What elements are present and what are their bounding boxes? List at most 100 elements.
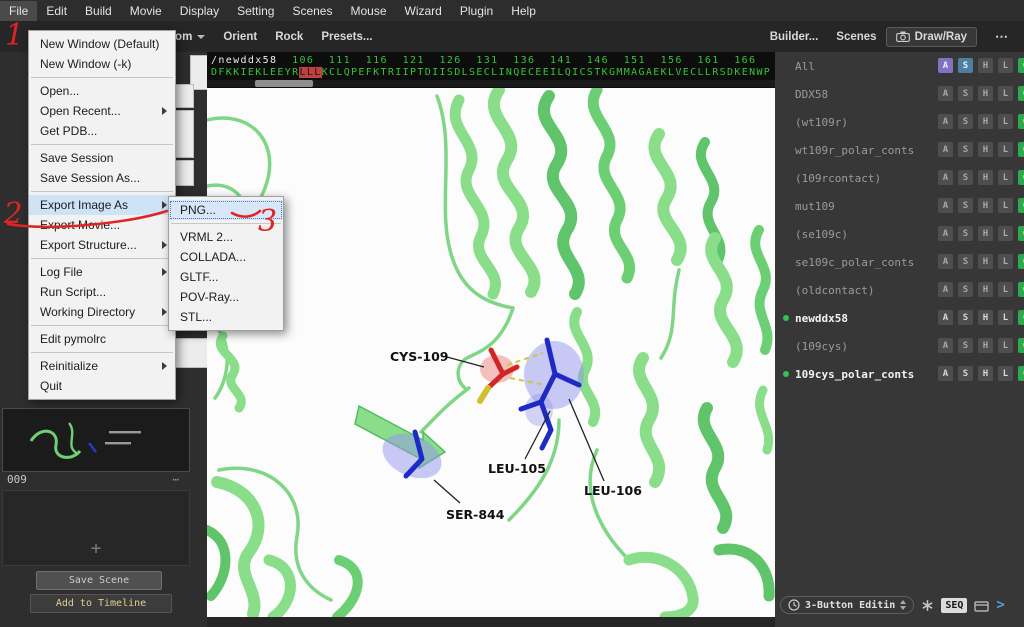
object-row-newddx58[interactable]: newddx58 ASHLC: [775, 304, 1024, 332]
menu-display[interactable]: Display: [171, 1, 228, 21]
menu-item-quit[interactable]: Quit: [29, 376, 175, 396]
menu-setting[interactable]: Setting: [228, 1, 283, 21]
object-row[interactable]: (109rcontact) ASHLC: [775, 164, 1024, 192]
show-button[interactable]: S: [958, 114, 973, 129]
menu-item-export-image-as[interactable]: Export Image As: [29, 195, 175, 215]
sequence-pre[interactable]: DFKKIEKLEEYR: [211, 67, 299, 78]
viewport-3d[interactable]: CYS-109 LEU-105 LEU-106 SER-844: [202, 84, 775, 623]
menu-mouse[interactable]: Mouse: [341, 1, 395, 21]
action-button[interactable]: A: [938, 198, 953, 213]
hide-button[interactable]: H: [978, 86, 993, 101]
label-button[interactable]: L: [998, 366, 1013, 381]
spinner-down-icon[interactable]: [900, 606, 907, 610]
hide-button[interactable]: H: [978, 254, 993, 269]
action-button[interactable]: A: [938, 170, 953, 185]
menu-plugin[interactable]: Plugin: [451, 1, 502, 21]
object-row[interactable]: DDX58 ASHLC: [775, 80, 1024, 108]
builder-button[interactable]: Builder...: [761, 27, 828, 47]
menu-item-export-structure[interactable]: Export Structure...: [29, 235, 175, 255]
menu-item-reinitialize[interactable]: Reinitialize: [29, 356, 175, 376]
action-button[interactable]: A: [938, 254, 953, 269]
menu-movie[interactable]: Movie: [121, 1, 171, 21]
show-button[interactable]: S: [958, 198, 973, 213]
add-scene-slot[interactable]: +: [2, 490, 190, 566]
sequence-viewer[interactable]: /newddx58 106 111 116 121 126 131 136 14…: [207, 52, 775, 88]
label-button[interactable]: L: [998, 310, 1013, 325]
chevron-right-icon[interactable]: >: [996, 597, 1004, 613]
color-button[interactable]: C: [1018, 282, 1024, 297]
label-button[interactable]: L: [998, 114, 1013, 129]
menu-item-log-file[interactable]: Log File: [29, 262, 175, 282]
color-button[interactable]: C: [1018, 254, 1024, 269]
label-button[interactable]: L: [998, 282, 1013, 297]
rock-button[interactable]: Rock: [266, 27, 312, 47]
show-button[interactable]: S: [958, 86, 973, 101]
color-button[interactable]: C: [1018, 170, 1024, 185]
show-button[interactable]: S: [958, 58, 973, 73]
hide-button[interactable]: H: [978, 142, 993, 157]
color-button[interactable]: C: [1018, 310, 1024, 325]
label-leu105[interactable]: LEU-105: [488, 461, 546, 476]
sequence-letter-row[interactable]: DFKKIEKLEEYRLLLKCLQPEFKTRIIPTDIISDLSECLI…: [207, 67, 775, 79]
color-button[interactable]: C: [1018, 226, 1024, 241]
action-button[interactable]: A: [938, 338, 953, 353]
menu-item-gltf[interactable]: GLTF...: [169, 267, 283, 287]
menu-item-stl[interactable]: STL...: [169, 307, 283, 327]
menu-build[interactable]: Build: [76, 1, 121, 21]
menu-item-vrml2[interactable]: VRML 2...: [169, 227, 283, 247]
color-button[interactable]: C: [1018, 86, 1024, 101]
hide-button[interactable]: H: [978, 282, 993, 297]
object-row[interactable]: se109c_polar_conts ASHLC: [775, 248, 1024, 276]
menu-scenes[interactable]: Scenes: [283, 1, 341, 21]
scene-thumbnail[interactable]: [2, 408, 190, 472]
action-button[interactable]: A: [938, 226, 953, 241]
action-button[interactable]: A: [938, 58, 953, 73]
spinner-up-icon[interactable]: [900, 600, 907, 604]
hide-button[interactable]: H: [978, 114, 993, 129]
hide-button[interactable]: H: [978, 226, 993, 241]
show-button[interactable]: S: [958, 338, 973, 353]
menu-item-new-window-k[interactable]: New Window (-k): [29, 54, 175, 74]
label-button[interactable]: L: [998, 86, 1013, 101]
object-row[interactable]: (se109c) ASHLC: [775, 220, 1024, 248]
menu-item-working-directory[interactable]: Working Directory: [29, 302, 175, 322]
label-button[interactable]: L: [998, 338, 1013, 353]
hide-button[interactable]: H: [978, 366, 993, 381]
action-button[interactable]: A: [938, 310, 953, 325]
action-button[interactable]: A: [938, 86, 953, 101]
show-button[interactable]: S: [958, 142, 973, 157]
asterisk-icon[interactable]: [921, 599, 934, 612]
color-button[interactable]: C: [1018, 114, 1024, 129]
sequence-post[interactable]: KCLQPEFKTRIIPTDIISDLSECLINQECEEILQICSTKG…: [322, 67, 772, 78]
color-button[interactable]: C: [1018, 142, 1024, 157]
mouse-mode-spinner[interactable]: [900, 600, 907, 610]
mouse-mode-selector[interactable]: 3-Button Editin: [780, 596, 915, 614]
hide-button[interactable]: H: [978, 170, 993, 185]
object-row[interactable]: wt109r_polar_conts ASHLC: [775, 136, 1024, 164]
action-button[interactable]: A: [938, 366, 953, 381]
scene-list-item[interactable]: 009 ⋯: [0, 470, 190, 488]
menu-item-open-recent[interactable]: Open Recent...: [29, 101, 175, 121]
show-button[interactable]: S: [958, 310, 973, 325]
object-row[interactable]: mut109 ASHLC: [775, 192, 1024, 220]
show-button[interactable]: S: [958, 366, 973, 381]
show-button[interactable]: S: [958, 282, 973, 297]
hide-button[interactable]: H: [978, 338, 993, 353]
show-button[interactable]: S: [958, 170, 973, 185]
toolbar-more-button[interactable]: ⋯: [985, 25, 1018, 49]
menu-item-export-movie[interactable]: Export Movie...: [29, 215, 175, 235]
label-ser844[interactable]: SER-844: [446, 507, 505, 522]
label-leu106[interactable]: LEU-106: [584, 483, 642, 498]
menu-item-save-session-as[interactable]: Save Session As...: [29, 168, 175, 188]
color-button[interactable]: C: [1018, 366, 1024, 381]
sequence-scrollbar[interactable]: [207, 80, 775, 87]
color-button[interactable]: C: [1018, 58, 1024, 73]
hide-button[interactable]: H: [978, 58, 993, 73]
scenes-button[interactable]: Scenes: [827, 27, 885, 47]
hide-button[interactable]: H: [978, 198, 993, 213]
label-button[interactable]: L: [998, 226, 1013, 241]
show-button[interactable]: S: [958, 254, 973, 269]
save-scene-button[interactable]: Save Scene: [36, 571, 162, 590]
seq-toggle-button[interactable]: SEQ: [941, 597, 968, 613]
menu-item-png[interactable]: PNG...: [169, 200, 283, 220]
